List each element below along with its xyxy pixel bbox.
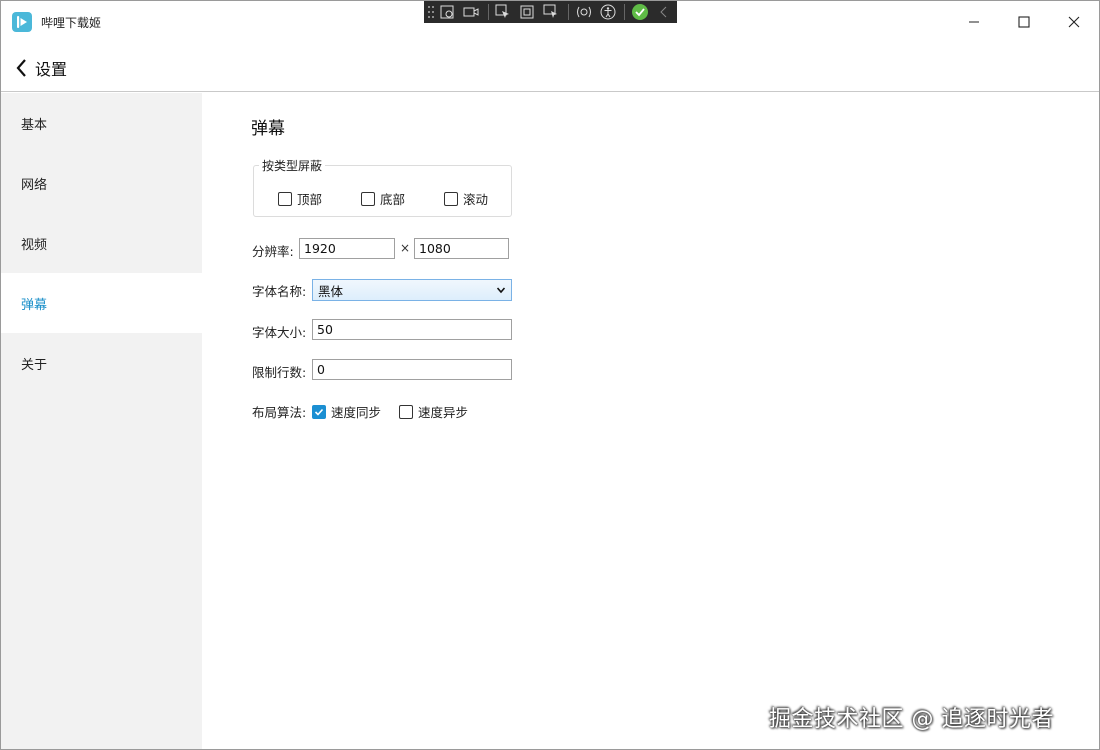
close-icon (1068, 16, 1080, 28)
checkbox-label: 速度同步 (331, 405, 382, 420)
record-icon[interactable] (460, 1, 482, 23)
sidebar-item-basic[interactable]: 基本 (1, 93, 202, 153)
sidebar-item-danmaku[interactable]: 弹幕 (1, 273, 202, 333)
app-window: 哔哩下载姬 设置 基本 网络 视频 弹幕 关于 弹幕 按类型屏蔽 顶部 底部 滚… (0, 0, 1100, 750)
font-name-label: 字体名称: (252, 284, 307, 299)
accessibility-icon[interactable] (597, 1, 619, 23)
checkbox-label: 滚动 (463, 192, 489, 207)
block-top-checkbox[interactable]: 顶部 (278, 189, 322, 208)
checkmark-icon (314, 408, 324, 416)
checkbox-box[interactable] (399, 404, 413, 419)
font-name-value: 黑体 (318, 283, 344, 299)
maximize-button[interactable] (999, 1, 1049, 43)
select-element-icon[interactable] (493, 1, 515, 23)
back-button[interactable]: 设置 (15, 55, 67, 81)
page-header: 设置 (1, 43, 1099, 92)
toolbar-separator (624, 4, 626, 20)
font-size-input[interactable] (312, 319, 512, 340)
checkbox-box[interactable] (312, 404, 326, 419)
sidebar-item-label: 基本 (21, 117, 48, 133)
toolbar-separator (487, 4, 489, 20)
checkbox-box[interactable] (361, 191, 375, 206)
speed-async-checkbox[interactable]: 速度异步 (399, 402, 468, 421)
block-scroll-checkbox[interactable]: 滚动 (444, 189, 488, 208)
track-focus-icon[interactable] (540, 1, 562, 23)
close-button[interactable] (1049, 1, 1099, 43)
line-limit-label: 限制行数: (252, 365, 307, 380)
block-bottom-checkbox[interactable]: 底部 (361, 189, 405, 208)
binding-failures-icon[interactable] (573, 1, 595, 23)
block-by-type-group: 按类型屏蔽 顶部 底部 滚动 (253, 157, 512, 217)
resolution-width-input[interactable] (299, 238, 395, 259)
settings-sidebar: 基本 网络 视频 弹幕 关于 (1, 93, 202, 749)
resolution-label: 分辨率: (252, 244, 294, 259)
sidebar-item-video[interactable]: 视频 (1, 213, 202, 273)
chevron-down-icon (497, 287, 505, 294)
line-limit-input[interactable] (312, 359, 512, 380)
resolution-height-input[interactable] (414, 238, 509, 259)
checkbox-box[interactable] (278, 191, 292, 206)
debug-toolbar (424, 1, 677, 23)
resolution-separator: × (400, 241, 411, 255)
checkbox-box[interactable] (444, 191, 458, 206)
font-name-select[interactable]: 黑体 (312, 279, 512, 301)
chevron-left-icon (16, 59, 26, 77)
status-ok-icon[interactable] (629, 1, 651, 23)
maximize-icon (1018, 16, 1030, 28)
layout-algorithm-label: 布局算法: (252, 405, 307, 420)
app-logo-icon (12, 12, 32, 32)
sidebar-item-network[interactable]: 网络 (1, 153, 202, 213)
drag-grip-icon[interactable] (426, 1, 436, 23)
font-size-label: 字体大小: (252, 325, 307, 340)
layout-adorner-icon[interactable] (516, 1, 538, 23)
checkbox-label: 速度异步 (418, 405, 469, 420)
speed-sync-checkbox[interactable]: 速度同步 (312, 402, 381, 421)
minimize-icon (969, 21, 979, 23)
sidebar-item-about[interactable]: 关于 (1, 333, 202, 393)
sidebar-item-label: 网络 (21, 177, 48, 193)
collapse-toolbar-icon[interactable] (653, 1, 675, 23)
settings-content: 弹幕 按类型屏蔽 顶部 底部 滚动 分辨率: × 字体名称: 黑体 (202, 93, 1099, 749)
sidebar-item-label: 弹幕 (21, 297, 48, 313)
page-title: 设置 (35, 60, 68, 79)
window-title: 哔哩下载姬 (41, 16, 102, 30)
sidebar-item-label: 关于 (21, 357, 48, 373)
toolbar-separator (567, 4, 569, 20)
watermark-text: 掘金技术社区 @ 追逐时光者 (769, 707, 1054, 732)
checkbox-label: 顶部 (297, 192, 323, 207)
section-title: 弹幕 (251, 119, 285, 139)
sidebar-item-label: 视频 (21, 237, 48, 253)
minimize-button[interactable] (949, 1, 999, 43)
group-legend: 按类型屏蔽 (259, 157, 326, 174)
checkbox-label: 底部 (380, 192, 406, 207)
live-tree-icon[interactable] (436, 1, 458, 23)
